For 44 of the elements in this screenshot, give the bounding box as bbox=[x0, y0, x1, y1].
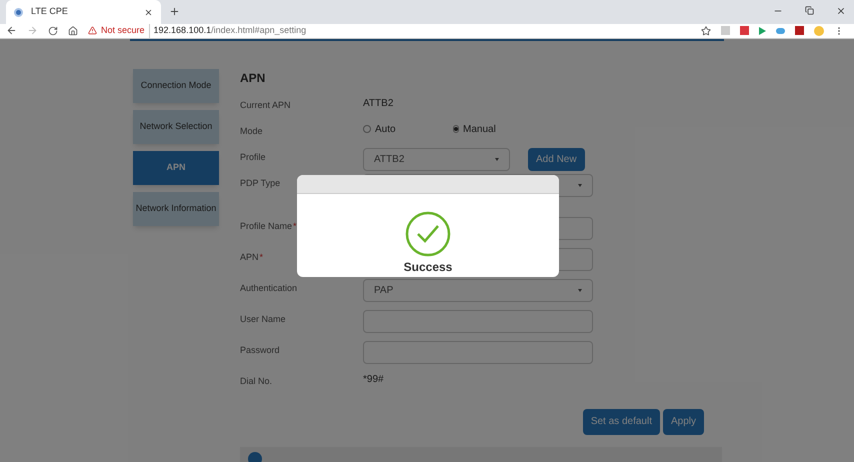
browser-tab[interactable]: LTE CPE bbox=[6, 0, 161, 24]
field-value: ATTB2 bbox=[363, 96, 394, 110]
sidebar-item[interactable]: Network Information bbox=[133, 192, 219, 226]
caret-icon bbox=[578, 288, 582, 292]
field-label: Dial No. bbox=[240, 374, 274, 388]
form-button[interactable]: Set as default bbox=[582, 408, 660, 434]
dropdown-field[interactable]: PAP bbox=[363, 278, 593, 302]
field-label: APN* bbox=[240, 250, 264, 264]
dropdown-field[interactable]: ATTB2 bbox=[363, 148, 510, 170]
radio-option[interactable]: Auto bbox=[363, 122, 403, 136]
new-tab-icon[interactable] bbox=[169, 6, 180, 17]
info-icon bbox=[248, 452, 262, 462]
field-label: Mode bbox=[240, 124, 264, 138]
star-icon[interactable] bbox=[701, 26, 711, 36]
warning-icon bbox=[88, 26, 97, 36]
field-value: *99# bbox=[363, 372, 384, 386]
success-message: Success bbox=[404, 259, 452, 276]
home-icon[interactable] bbox=[68, 26, 78, 36]
caret-icon bbox=[578, 184, 582, 186]
form-button[interactable]: Apply bbox=[662, 408, 704, 434]
close-icon[interactable] bbox=[144, 8, 153, 16]
caret-icon bbox=[495, 158, 499, 160]
input-field[interactable] bbox=[363, 310, 593, 332]
field-label: Authentication bbox=[240, 282, 298, 294]
field-label: User Name bbox=[240, 312, 287, 326]
field-label: PDP Type bbox=[240, 176, 282, 190]
field-label: Current APN bbox=[240, 98, 292, 112]
add-new-button[interactable]: Add New bbox=[528, 148, 585, 170]
field-label: Profile Name* bbox=[240, 220, 298, 232]
restore-icon[interactable] bbox=[805, 6, 814, 15]
back-icon[interactable] bbox=[6, 25, 17, 36]
field-label: Password bbox=[240, 344, 281, 356]
play-icon[interactable] bbox=[759, 26, 766, 35]
radio-option[interactable]: Manual bbox=[453, 122, 493, 136]
field-label: Profile bbox=[240, 150, 267, 164]
sidebar-item[interactable]: Network Selection bbox=[133, 110, 219, 144]
close-icon[interactable] bbox=[836, 6, 846, 16]
check-circle-icon bbox=[405, 211, 451, 257]
sidebar-item[interactable]: APN bbox=[133, 150, 219, 184]
sidebar-item[interactable]: Connection Mode bbox=[133, 68, 219, 102]
section-title: APN bbox=[240, 70, 266, 86]
reload-icon[interactable] bbox=[48, 26, 58, 36]
input-field[interactable] bbox=[363, 340, 593, 364]
address-bar[interactable]: Not secure 192.168.100.1/index.html#apn_setting bbox=[88, 24, 691, 38]
